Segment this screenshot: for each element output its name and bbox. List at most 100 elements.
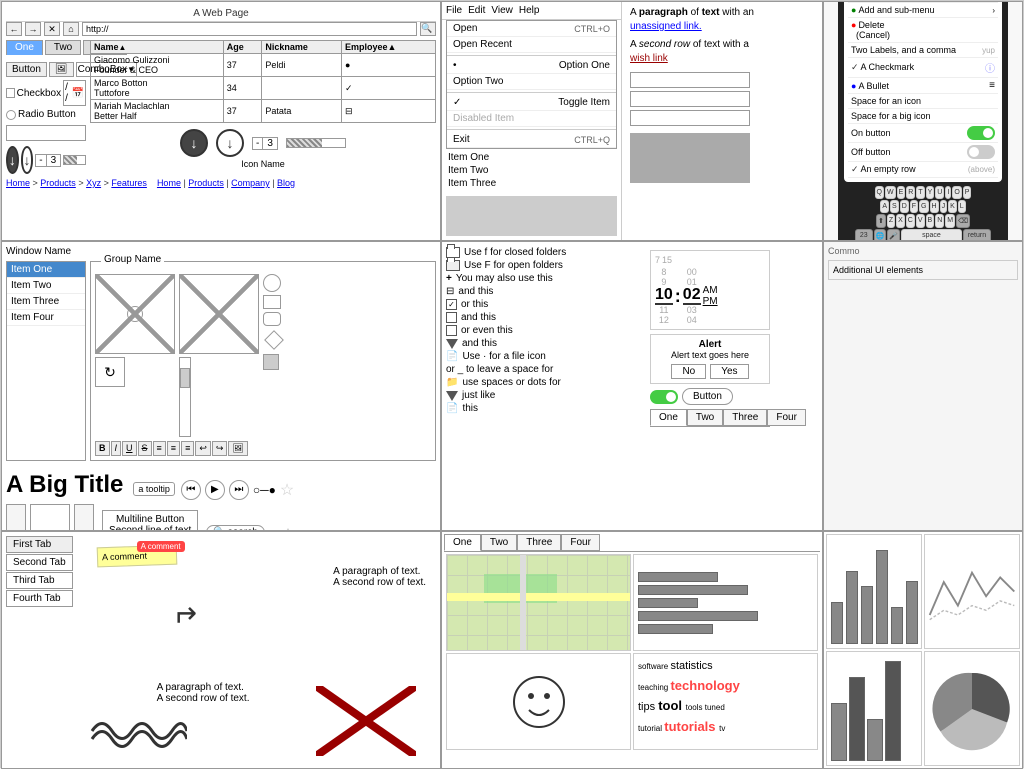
home-button[interactable]: ⌂	[63, 22, 79, 36]
submenu-item-three[interactable]: Item Three	[448, 177, 615, 190]
key-mic[interactable]: 🎤	[887, 229, 900, 241]
tab-two-pill[interactable]: Two	[687, 409, 723, 426]
list-item-three[interactable]: Item Three	[7, 294, 85, 310]
redo-button[interactable]: ↪	[212, 441, 228, 456]
map-tab-four[interactable]: Four	[561, 534, 600, 551]
menu-help[interactable]: Help	[519, 5, 540, 16]
close-button[interactable]: ✕	[44, 22, 60, 36]
unassigned-link[interactable]: unassigned link.	[630, 21, 702, 32]
key-f[interactable]: F	[910, 200, 918, 213]
key-return[interactable]: return	[963, 229, 991, 241]
menu-view[interactable]: View	[491, 5, 513, 16]
phone-item-bullet[interactable]: ●A Bullet ≡	[848, 78, 998, 94]
tab-one[interactable]: One	[6, 40, 43, 55]
undo-button[interactable]: ↩	[195, 441, 211, 456]
address-bar[interactable]	[82, 22, 417, 36]
menu-open[interactable]: OpenCTRL+O	[447, 21, 616, 37]
back-button[interactable]: ←	[6, 22, 22, 36]
key-m[interactable]: M	[945, 214, 955, 228]
phone-item-space-big-icon[interactable]: Space for a big icon	[848, 109, 998, 124]
align-right-button[interactable]: ≡	[181, 441, 194, 456]
wish-link[interactable]: wish link	[630, 53, 668, 64]
third-tab[interactable]: Third Tab	[6, 572, 73, 589]
submenu-item-two[interactable]: Item Two	[448, 164, 615, 177]
menu-toggle[interactable]: Toggle Item	[447, 95, 616, 111]
key-v[interactable]: V	[916, 214, 925, 228]
multiline-button[interactable]: Multiline Button Second line of text	[102, 510, 198, 532]
checkbox[interactable]	[6, 88, 15, 98]
key-a[interactable]: A	[880, 200, 889, 213]
key-t[interactable]: T	[916, 186, 924, 199]
pm-option[interactable]: PM	[703, 296, 718, 307]
phone-item-add-submenu[interactable]: ●Add and sub-menu ›	[848, 3, 998, 18]
key-w[interactable]: W	[885, 186, 896, 199]
toggle-off-switch[interactable]	[967, 145, 995, 159]
key-h[interactable]: H	[930, 200, 939, 213]
strikethrough-button[interactable]: S	[138, 441, 152, 456]
key-j[interactable]: J	[940, 200, 948, 213]
text-input[interactable]	[6, 125, 86, 141]
key-r[interactable]: R	[906, 186, 915, 199]
search-button[interactable]: 🔍	[420, 22, 436, 36]
text-input-3[interactable]	[630, 110, 750, 126]
key-shift[interactable]: ⬆	[876, 214, 886, 228]
menu-file[interactable]: File	[446, 5, 462, 16]
insert-image-button[interactable]: 🖼	[228, 441, 247, 456]
bold-button[interactable]: B	[95, 441, 110, 456]
key-d[interactable]: D	[900, 200, 909, 213]
list-item-four[interactable]: Item Four	[7, 310, 85, 326]
radio-button[interactable]	[6, 110, 16, 120]
menu-open-recent[interactable]: Open Recent	[447, 37, 616, 53]
num-stepper2[interactable]: - 3	[252, 137, 278, 150]
key-x[interactable]: X	[896, 214, 905, 228]
underline-button[interactable]: U	[122, 441, 137, 456]
menu-option-two[interactable]: Option Two	[447, 74, 616, 90]
number-stepper[interactable]: - 3	[35, 154, 61, 167]
first-tab[interactable]: First Tab	[6, 536, 73, 553]
key-b[interactable]: B	[926, 214, 935, 228]
key-u[interactable]: U	[935, 186, 944, 199]
media-play-button[interactable]: ▶	[205, 480, 225, 500]
key-backspace[interactable]: ⌫	[956, 214, 970, 228]
alert-yes-button[interactable]: Yes	[710, 364, 748, 379]
tab-one-pill[interactable]: One	[650, 409, 687, 426]
tab-two[interactable]: Two	[45, 40, 81, 55]
phone-item-space-icon[interactable]: Space for an icon	[848, 94, 998, 109]
key-123[interactable]: 23	[855, 229, 873, 241]
phone-item-two-labels[interactable]: Two Labels, and a comma yup	[848, 43, 998, 58]
key-o[interactable]: O	[952, 186, 961, 199]
text-input-1[interactable]	[630, 72, 750, 88]
button-control[interactable]: Button	[6, 62, 47, 77]
toggle-on-switch[interactable]	[967, 126, 995, 140]
am-option[interactable]: AM	[703, 285, 718, 296]
key-l[interactable]: L	[958, 200, 966, 213]
key-s[interactable]: S	[890, 200, 899, 213]
phone-item-checkmark[interactable]: ✓A Checkmark ⓘ	[848, 58, 998, 78]
key-e[interactable]: E	[897, 186, 906, 199]
align-center-button[interactable]: ≡	[167, 441, 180, 456]
tab-four-pill[interactable]: Four	[767, 409, 806, 426]
fourth-tab[interactable]: Fourth Tab	[6, 590, 73, 607]
menu-option-one[interactable]: Option One	[447, 58, 616, 74]
key-i[interactable]: I	[945, 186, 951, 199]
key-space[interactable]: space	[901, 229, 962, 241]
key-g[interactable]: G	[919, 200, 928, 213]
date-field[interactable]: / / 📅	[63, 80, 86, 106]
media-forward-button[interactable]: ⏭	[229, 480, 249, 500]
small-toggle-on[interactable]	[650, 390, 678, 404]
key-p[interactable]: P	[963, 186, 972, 199]
list-item-one[interactable]: Item One	[7, 262, 85, 278]
scrollbar-vertical[interactable]	[179, 357, 191, 437]
key-c[interactable]: C	[906, 214, 915, 228]
tab-three-pill[interactable]: Three	[723, 409, 767, 426]
key-y[interactable]: Y	[926, 186, 935, 199]
step-down[interactable]: -	[36, 155, 46, 166]
icon-button[interactable]: 🖼	[49, 62, 74, 77]
key-q[interactable]: Q	[875, 186, 884, 199]
submenu-item-one[interactable]: Item One	[448, 151, 615, 164]
key-n[interactable]: N	[935, 214, 944, 228]
map-tab-one[interactable]: One	[444, 534, 481, 551]
alert-no-button[interactable]: No	[671, 364, 706, 379]
list-item-two[interactable]: Item Two	[7, 278, 85, 294]
menu-edit[interactable]: Edit	[468, 5, 485, 16]
